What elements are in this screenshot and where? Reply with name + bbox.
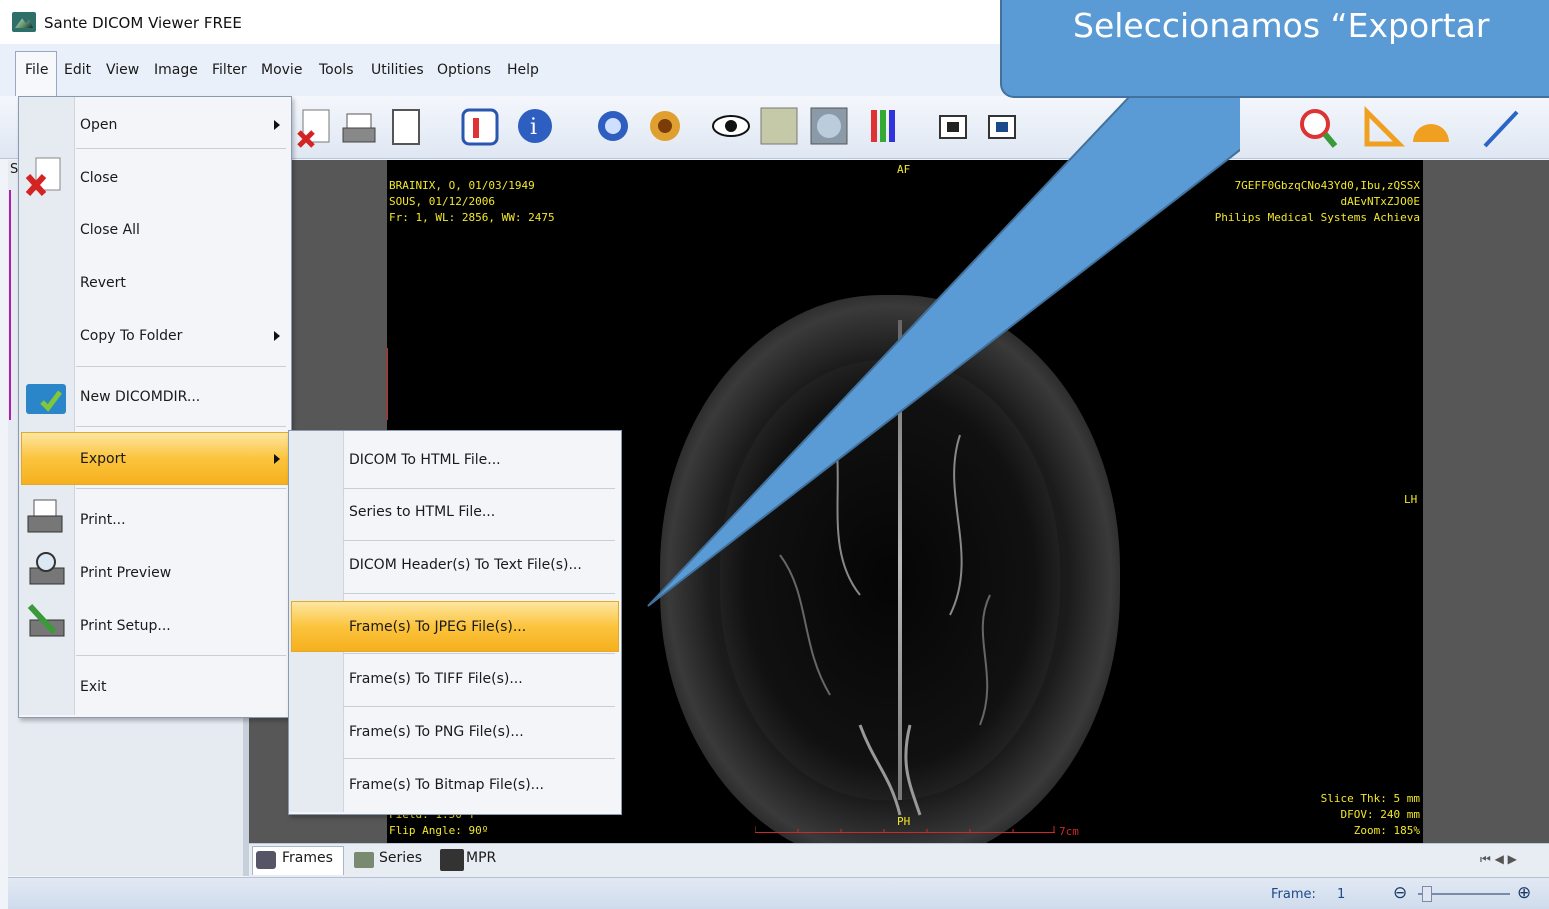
print-preview-icon [29, 552, 65, 585]
zoom-in-icon[interactable]: ⊕ [1517, 883, 1531, 903]
menu-item-export[interactable]: Export [80, 451, 126, 467]
info-icon[interactable]: i [518, 109, 552, 143]
left-panel-marker [9, 190, 11, 420]
app-logo-icon [12, 12, 36, 32]
overlay-flip-angle: Flip Angle: 90º [389, 824, 489, 837]
dicom-tag-icon[interactable] [461, 108, 499, 146]
frame-value: 1 [1337, 887, 1346, 902]
menu-item-new-dicomdir[interactable]: New DICOMDIR... [80, 389, 200, 405]
zoom-slider-thumb[interactable] [1422, 886, 1432, 902]
menu-tools[interactable]: Tools [319, 62, 354, 78]
submenu-separator [343, 593, 615, 594]
close-icon [25, 157, 61, 196]
menu-help[interactable]: Help [507, 62, 539, 78]
copy-submenu-arrow-icon [274, 331, 280, 341]
menu-item-copy-to-folder[interactable]: Copy To Folder [80, 328, 182, 344]
submenu-item-frames-to-png[interactable]: Frame(s) To PNG File(s)... [349, 724, 524, 740]
print-icon [27, 499, 63, 533]
menu-separator [76, 488, 286, 489]
submenu-separator [343, 540, 615, 541]
frames-icon [256, 851, 276, 869]
overlay-patient: BRAINIX, O, 01/03/1949 [389, 179, 535, 192]
menu-item-open[interactable]: Open [80, 117, 117, 133]
print-icon[interactable] [342, 113, 376, 143]
zoom-icon[interactable] [1300, 109, 1338, 148]
series-icon [354, 852, 374, 868]
scale-ruler-label: 7cm [1059, 825, 1079, 838]
tab-frames[interactable]: Frames [282, 850, 333, 872]
vertical-ruler [387, 348, 388, 420]
zoom-out-icon[interactable]: ⊖ [1393, 883, 1407, 903]
overlay-slice-thickness: Slice Thk: 5 mm [1320, 792, 1420, 805]
menu-item-revert[interactable]: Revert [80, 275, 126, 291]
overlay-window: Fr: 1, WL: 2856, WW: 2475 [389, 211, 555, 224]
submenu-item-frames-to-bitmap[interactable]: Frame(s) To Bitmap File(s)... [349, 777, 544, 793]
menu-separator [76, 426, 286, 427]
status-bar [8, 877, 1549, 909]
menu-view[interactable]: View [106, 62, 139, 78]
pencil-icon[interactable] [1483, 110, 1519, 148]
close-file-icon[interactable] [297, 109, 330, 148]
callout-text: Seleccionamos “Exportar [1073, 6, 1490, 45]
menu-item-print-setup[interactable]: Print Setup... [80, 618, 171, 634]
menu-separator [76, 655, 286, 656]
frame-nav-icons[interactable]: ⏮ ◀ ▶ [1480, 852, 1517, 867]
menu-image[interactable]: Image [154, 62, 198, 78]
tab-series[interactable]: Series [379, 850, 422, 872]
file-menu-highlight [21, 432, 289, 485]
tab-mpr[interactable]: MPR [466, 850, 496, 872]
overlay-study: SOUS, 01/12/2006 [389, 195, 495, 208]
submenu-separator [343, 758, 615, 759]
print-setup-icon [27, 603, 65, 637]
frame-label: Frame: [1271, 887, 1316, 902]
overlay-zoom: Zoom: 185% [1353, 824, 1420, 837]
submenu-separator [343, 706, 615, 707]
submenu-item-dicom-to-html[interactable]: DICOM To HTML File... [349, 452, 501, 468]
new-dicomdir-icon [26, 384, 66, 414]
scale-ruler-ticks [755, 826, 1055, 833]
menu-file[interactable]: File [25, 62, 48, 78]
protractor-icon[interactable] [1413, 124, 1449, 142]
menu-utilities[interactable]: Utilities [371, 62, 424, 78]
menu-item-close-all[interactable]: Close All [80, 222, 140, 238]
menu-edit[interactable]: Edit [64, 62, 91, 78]
menu-item-print-preview[interactable]: Print Preview [80, 565, 171, 581]
mpr-tab-icon [440, 849, 464, 871]
export-submenu-arrow-icon [274, 454, 280, 464]
overlay-dfov: DFOV: 240 mm [1340, 808, 1420, 821]
submenu-item-frames-to-jpeg[interactable]: Frame(s) To JPEG File(s)... [349, 619, 526, 635]
overlay-orientation-right: LH [1404, 493, 1418, 506]
menu-separator [76, 148, 286, 149]
submenu-separator [343, 488, 615, 489]
angle-tool-icon[interactable] [1364, 105, 1406, 147]
submenu-item-series-to-html[interactable]: Series to HTML File... [349, 504, 495, 520]
svg-text:i: i [530, 115, 537, 140]
submenu-separator [343, 653, 615, 654]
clipboard-icon[interactable] [392, 109, 420, 145]
menu-movie[interactable]: Movie [261, 62, 302, 78]
callout-pointer [647, 95, 1240, 607]
submenu-item-frames-to-tiff[interactable]: Frame(s) To TIFF File(s)... [349, 671, 523, 687]
window-title: Sante DICOM Viewer FREE [44, 14, 242, 32]
submenu-item-header-to-text[interactable]: DICOM Header(s) To Text File(s)... [349, 557, 582, 573]
menu-item-print[interactable]: Print... [80, 512, 126, 528]
menu-item-close[interactable]: Close [80, 170, 118, 186]
open-submenu-arrow-icon [274, 120, 280, 130]
menu-item-exit[interactable]: Exit [80, 679, 107, 695]
menu-filter[interactable]: Filter [212, 62, 247, 78]
link-icon[interactable] [598, 111, 628, 141]
menu-separator [76, 366, 286, 367]
menu-options[interactable]: Options [437, 62, 491, 78]
